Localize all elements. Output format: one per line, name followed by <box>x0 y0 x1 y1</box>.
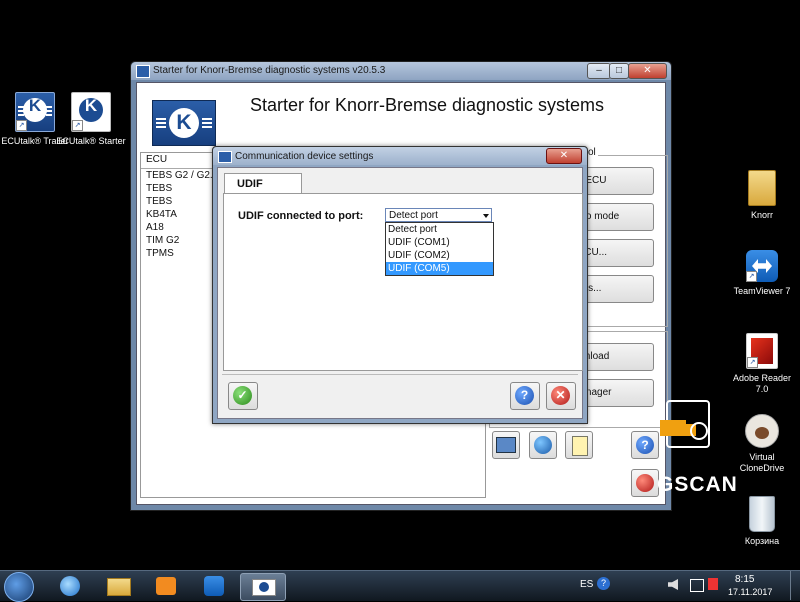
taskbar-explorer[interactable] <box>96 573 140 599</box>
desktop-icon-recycle-bin[interactable]: Корзина <box>727 496 797 547</box>
maximize-button[interactable]: □ <box>609 63 629 79</box>
start-button[interactable] <box>4 572 34 602</box>
dialog-titlebar[interactable]: Communication device settings ✕ <box>213 147 587 165</box>
dialog-help-button[interactable]: ? <box>510 382 540 410</box>
flag-tray-icon[interactable] <box>708 578 718 590</box>
dropdown-option[interactable]: Detect port <box>386 223 493 236</box>
notes-button[interactable] <box>565 431 593 459</box>
exit-icon <box>636 474 654 492</box>
adobe-reader-icon: ↗ <box>746 333 778 369</box>
language-indicator[interactable]: ES <box>580 579 593 590</box>
port-select[interactable]: Detect port <box>385 208 492 222</box>
show-desktop-button[interactable] <box>790 571 800 600</box>
help-tray-icon[interactable]: ? <box>597 577 610 590</box>
dropdown-option[interactable]: UDIF (COM1) <box>386 236 493 249</box>
desktop-icon-adobe-reader[interactable]: ↗ Adobe Reader 7.0 <box>727 333 797 395</box>
volume-tray-icon[interactable] <box>668 579 678 590</box>
globe-icon <box>534 436 552 454</box>
check-icon: ✓ <box>233 386 252 405</box>
desktop-icon-virtual-clonedrive[interactable]: Virtual CloneDrive <box>727 414 797 474</box>
app-icon <box>136 65 150 78</box>
watermark-text: GSCAN <box>657 473 738 496</box>
folder-icon <box>748 170 776 206</box>
taskbar-ie[interactable] <box>48 573 92 599</box>
main-window-titlebar[interactable]: Starter for Knorr-Bremse diagnostic syst… <box>131 62 671 80</box>
main-window-title: Starter for Knorr-Bremse diagnostic syst… <box>153 65 386 76</box>
desktop-icon-ecutalk-starter[interactable]: K ↗ ECUtalk® Starter <box>56 92 126 147</box>
knorr-bremse-icon <box>252 579 276 596</box>
minimize-button[interactable]: – <box>587 63 611 79</box>
internet-explorer-icon <box>60 576 80 596</box>
cancel-button[interactable]: ✕ <box>546 382 576 410</box>
device-settings-button[interactable] <box>492 431 520 459</box>
folder-icon <box>107 578 131 596</box>
clock-date[interactable]: 17.11.2017 <box>728 587 772 597</box>
knorr-bremse-icon: K ↗ <box>15 92 55 132</box>
ok-button[interactable]: ✓ <box>228 382 258 410</box>
dialog-client: UDIF UDIF connected to port: Detect port… <box>217 167 583 419</box>
device-icon <box>496 437 516 453</box>
media-player-icon <box>156 577 176 595</box>
dropdown-option[interactable]: UDIF (COM2) <box>386 249 493 262</box>
exit-button[interactable] <box>631 469 659 497</box>
knorr-bremse-icon: K ↗ <box>71 92 111 132</box>
dialog-divider <box>222 374 578 375</box>
dropdown-option-selected[interactable]: UDIF (COM5) <box>386 262 493 275</box>
taskbar-media-player[interactable] <box>144 573 188 599</box>
help-icon: ? <box>515 386 534 405</box>
watermark-truck-icon <box>660 400 710 452</box>
recycle-bin-icon <box>749 496 775 532</box>
notepad-icon <box>572 436 588 456</box>
communication-settings-dialog: Communication device settings ✕ UDIF UDI… <box>212 146 588 424</box>
desktop-icon-label: ECUtalk® Starter <box>56 136 126 146</box>
desktop-icon-knorr[interactable]: Knorr <box>727 170 797 221</box>
network-tray-icon[interactable] <box>690 579 704 592</box>
desktop-icon-label: TeamViewer 7 <box>733 286 791 296</box>
dialog-title: Communication device settings <box>235 151 374 162</box>
help-button[interactable]: ? <box>631 431 659 459</box>
tab-panel: UDIF connected to port: Detect port Dete… <box>223 193 583 371</box>
desktop-icon-label: Adobe Reader 7.0 <box>732 373 792 394</box>
taskbar: ES ? 8:15 17.11.2017 <box>0 570 800 602</box>
taskbar-starter[interactable] <box>240 573 286 601</box>
sheep-icon <box>745 414 779 448</box>
port-label: UDIF connected to port: <box>238 210 364 222</box>
taskbar-teamviewer[interactable] <box>192 573 236 599</box>
close-button[interactable]: ✕ <box>628 63 667 79</box>
web-button[interactable] <box>529 431 557 459</box>
app-title: Starter for Knorr-Bremse diagnostic syst… <box>249 95 605 115</box>
clock-time[interactable]: 8:15 <box>735 574 754 585</box>
desktop-icon-teamviewer[interactable]: ↗ TeamViewer 7 <box>727 250 797 297</box>
desktop-icon-label: Knorr <box>750 210 773 220</box>
close-icon: ✕ <box>551 386 570 405</box>
port-dropdown-list: Detect port UDIF (COM1) UDIF (COM2) UDIF… <box>385 222 494 276</box>
help-icon: ? <box>636 436 654 454</box>
chevron-down-icon <box>483 214 489 218</box>
port-select-value: Detect port <box>389 210 438 221</box>
desktop-icon-label: Корзина <box>744 536 780 546</box>
desktop-icon-label: Virtual CloneDrive <box>739 452 785 473</box>
teamviewer-icon: ↗ <box>746 250 778 282</box>
tab-udif[interactable]: UDIF <box>224 173 302 193</box>
knorr-bremse-logo: K <box>152 100 216 146</box>
dialog-app-icon <box>218 151 232 163</box>
dialog-close-button[interactable]: ✕ <box>546 148 582 164</box>
teamviewer-icon <box>204 576 224 596</box>
